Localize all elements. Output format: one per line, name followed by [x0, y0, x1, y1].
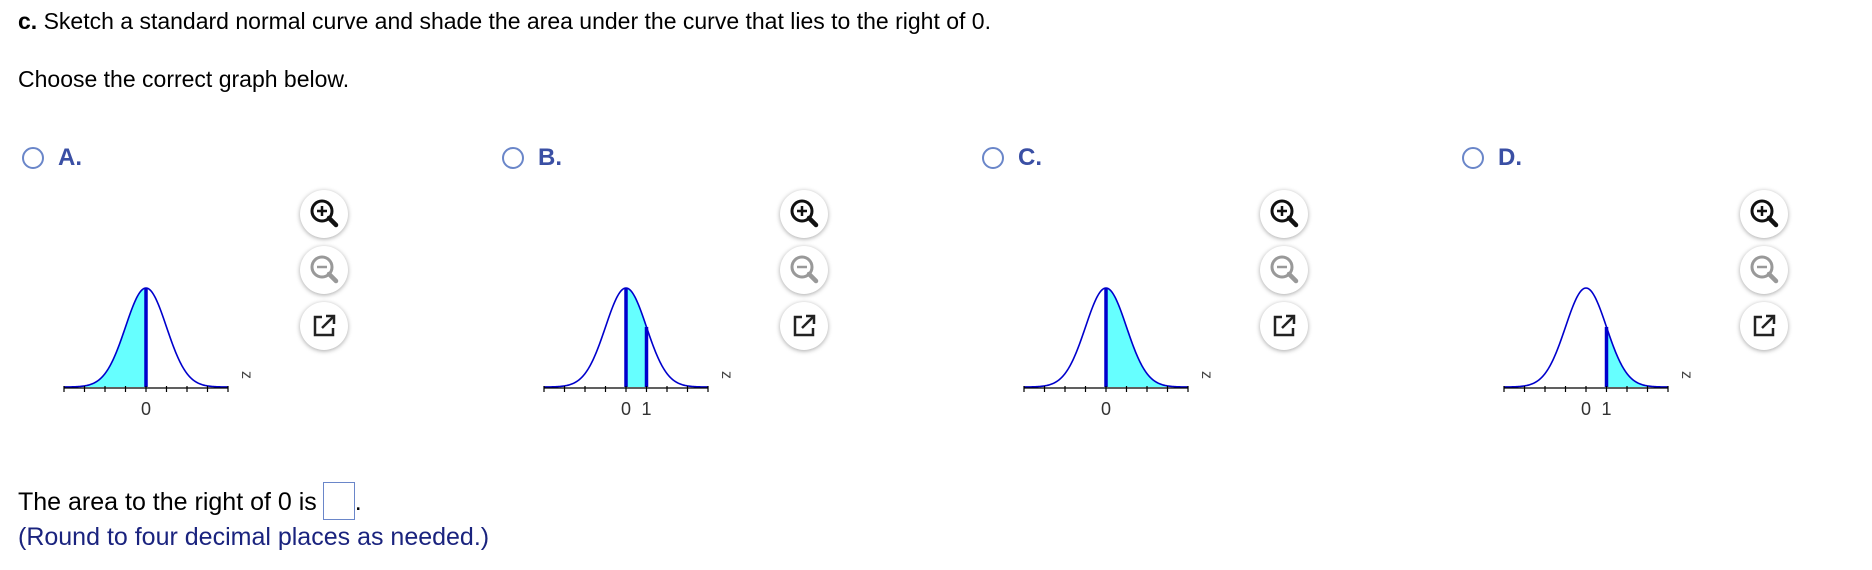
axis-label: z: [1678, 371, 1695, 379]
option-a-label[interactable]: A.: [58, 144, 82, 172]
question-body: Sketch a standard normal curve and shade…: [37, 8, 991, 34]
option-a[interactable]: A. 0z: [18, 140, 438, 440]
question-text: c. Sketch a standard normal curve and sh…: [18, 8, 991, 35]
option-d[interactable]: D. 01 z: [1458, 140, 1872, 440]
popout-button[interactable]: [300, 302, 348, 350]
zoom-in-button[interactable]: [300, 190, 348, 238]
zoom-in-button[interactable]: [780, 190, 828, 238]
tick-label: 1: [1601, 399, 1611, 419]
option-b[interactable]: B. 01 z: [498, 140, 918, 440]
tick-label: 1: [641, 399, 651, 419]
zoom-out-button[interactable]: [780, 246, 828, 294]
axis-label: z: [1198, 371, 1215, 379]
answer-prefix: The area to the right of 0 is: [18, 488, 317, 516]
axis-label: z: [718, 371, 735, 379]
option-d-graph: 0 1 z: [1503, 287, 1695, 419]
zoom-out-icon: [310, 255, 339, 284]
zoom-out-icon: [1270, 255, 1299, 284]
option-b-radio[interactable]: [502, 147, 524, 169]
option-c-label[interactable]: C.: [1018, 144, 1042, 172]
zoom-out-button[interactable]: [300, 246, 348, 294]
option-a-graph: 0z: [63, 287, 255, 419]
zoom-out-icon: [790, 255, 819, 284]
zoom-in-icon: [1750, 199, 1779, 228]
option-d-radio[interactable]: [1462, 147, 1484, 169]
popout-icon: [793, 314, 816, 337]
popout-button[interactable]: [1740, 302, 1788, 350]
rounding-hint: (Round to four decimal places as needed.…: [18, 523, 490, 551]
popout-icon: [1753, 314, 1776, 337]
zoom-out-button[interactable]: [1260, 246, 1308, 294]
option-d-label[interactable]: D.: [1498, 144, 1522, 172]
option-b-graph: 0 1 z: [543, 287, 735, 419]
option-c[interactable]: C. 0z: [978, 140, 1398, 440]
tick-label: 0: [1581, 399, 1591, 419]
question-part-label: c.: [18, 8, 38, 34]
answer-suffix: .: [354, 488, 362, 516]
normal-curve: [1503, 287, 1669, 388]
zoom-in-icon: [790, 199, 819, 228]
shaded-area: [626, 288, 647, 387]
popout-button[interactable]: [780, 302, 828, 350]
zoom-in-button[interactable]: [1260, 190, 1308, 238]
popout-icon: [1273, 314, 1296, 337]
zoom-in-icon: [1270, 199, 1299, 228]
tick-label: 0: [1101, 399, 1111, 419]
axis-label: z: [238, 371, 255, 379]
option-a-radio[interactable]: [22, 147, 44, 169]
zoom-out-icon: [1750, 255, 1779, 284]
option-b-label[interactable]: B.: [538, 144, 562, 172]
option-c-radio[interactable]: [982, 147, 1004, 169]
answer-input[interactable]: [322, 482, 355, 520]
tick-label: 0: [621, 399, 631, 419]
answer-sentence: The area to the right of 0 is.: [18, 482, 362, 520]
popout-icon: [313, 314, 336, 337]
instruction-text: Choose the correct graph below.: [18, 66, 350, 92]
zoom-out-button[interactable]: [1740, 246, 1788, 294]
shaded-area: [1606, 326, 1668, 387]
zoom-in-button[interactable]: [1740, 190, 1788, 238]
option-c-graph: 0z: [1023, 287, 1215, 419]
tick-label: 0: [141, 399, 151, 419]
zoom-in-icon: [310, 199, 339, 228]
popout-button[interactable]: [1260, 302, 1308, 350]
